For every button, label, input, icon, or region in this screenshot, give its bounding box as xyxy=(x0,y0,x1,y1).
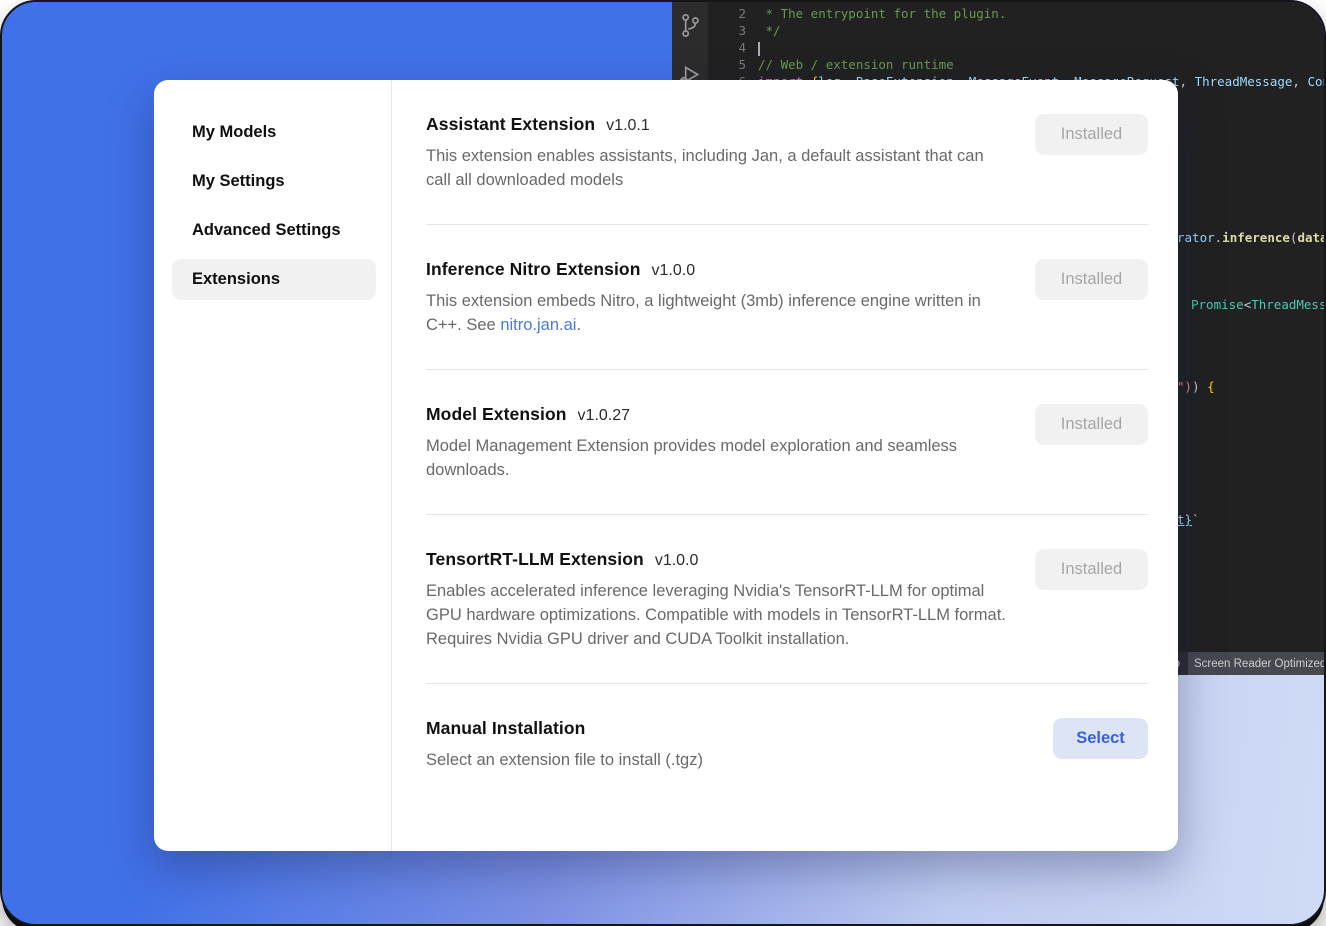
code-text xyxy=(746,39,760,56)
installed-button-assistant-extension[interactable]: Installed xyxy=(1035,114,1148,155)
extension-info: Assistant Extension v1.0.1 This extension … xyxy=(426,114,1011,192)
code-fragment: ")) { xyxy=(1177,379,1215,395)
extension-description: This extension enables assistants, inclu… xyxy=(426,144,1011,192)
extension-name: Model Extension xyxy=(426,404,567,425)
extension-description: This extension embeds Nitro, a lightweig… xyxy=(426,289,1011,337)
app-window: 2 * The entrypoint for the plugin.3 */45… xyxy=(0,0,1326,926)
code-line: 2 * The entrypoint for the plugin. xyxy=(708,5,1326,22)
extension-version: v1.0.0 xyxy=(652,262,696,280)
extension-name: Manual Installation xyxy=(426,718,585,739)
code-line: 4 xyxy=(708,39,1326,56)
extension-description: Select an extension file to install (.tg… xyxy=(426,748,703,772)
text-cursor xyxy=(758,42,760,56)
extension-info: Model Extension v1.0.27 Model Management E… xyxy=(426,404,1011,482)
extension-description: Enables accelerated inference leveraging… xyxy=(426,579,1011,651)
extension-version: v1.0.27 xyxy=(578,407,630,425)
line-number: 3 xyxy=(708,22,746,39)
code-text: */ xyxy=(746,22,781,39)
extension-title: TensortRT-LLM Extension v1.0.0 xyxy=(426,549,1011,570)
code-text: * The entrypoint for the plugin. xyxy=(746,5,1006,22)
installed-button-inference-nitro-extension[interactable]: Installed xyxy=(1035,259,1148,300)
extension-row-inference-nitro-extension: Inference Nitro Extension v1.0.0 This exte… xyxy=(426,225,1148,370)
sidebar-item-advanced-settings[interactable]: Advanced Settings xyxy=(172,210,376,251)
extension-title: Manual Installation xyxy=(426,718,703,739)
extension-row-manual-installation: Manual Installation Select an extension f… xyxy=(426,684,1148,804)
screen-reader-status-badge[interactable]: Screen Reader Optimized xyxy=(1188,652,1326,675)
extension-version: v1.0.1 xyxy=(606,117,650,135)
extension-name: Inference Nitro Extension xyxy=(426,259,641,280)
line-number: 5 xyxy=(708,56,746,73)
extension-info: Inference Nitro Extension v1.0.0 This exte… xyxy=(426,259,1011,337)
code-fragment: t}` xyxy=(1177,512,1200,528)
extension-title: Model Extension v1.0.27 xyxy=(426,404,1011,425)
sidebar-item-my-settings[interactable]: My Settings xyxy=(172,161,376,202)
sidebar-item-my-models[interactable]: My Models xyxy=(172,112,376,153)
extension-row-model-extension: Model Extension v1.0.27 Model Management E… xyxy=(426,370,1148,515)
code-line: 3 */ xyxy=(708,22,1326,39)
extension-row-tensortrt-llm-extension: TensortRT-LLM Extension v1.0.0 Enables acc… xyxy=(426,515,1148,684)
extension-title: Inference Nitro Extension v1.0.0 xyxy=(426,259,1011,280)
line-number: 2 xyxy=(708,5,746,22)
settings-sidebar: My Models My Settings Advanced Settings Ext… xyxy=(154,80,392,851)
settings-modal: My Models My Settings Advanced Settings Ext… xyxy=(154,80,1178,851)
extension-description: Model Management Extension provides mode… xyxy=(426,434,1011,482)
code-text: // Web / extension runtime xyxy=(746,56,954,73)
editor-code-lines: 2 * The entrypoint for the plugin.3 */45… xyxy=(708,5,1326,90)
line-number: 4 xyxy=(708,39,746,56)
extension-name: TensortRT-LLM Extension xyxy=(426,549,644,570)
installed-button-model-extension[interactable]: Installed xyxy=(1035,404,1148,445)
select-button-manual-installation[interactable]: Select xyxy=(1053,718,1148,759)
code-line: 5// Web / extension runtime xyxy=(708,56,1326,73)
extension-title: Assistant Extension v1.0.1 xyxy=(426,114,1011,135)
source-control-icon[interactable] xyxy=(677,12,703,40)
extension-info: Manual Installation Select an extension f… xyxy=(426,718,703,772)
nitro-jan-ai-link[interactable]: nitro.jan.ai xyxy=(500,316,576,334)
extension-info: TensortRT-LLM Extension v1.0.0 Enables acc… xyxy=(426,549,1011,651)
installed-button-tensortrt-llm-extension[interactable]: Installed xyxy=(1035,549,1148,590)
code-fragment: Promise<ThreadMessage> xyxy=(1191,297,1326,313)
extension-row-assistant-extension: Assistant Extension v1.0.1 This extension … xyxy=(426,80,1148,225)
sidebar-item-extensions[interactable]: Extensions xyxy=(172,259,376,300)
extensions-list: Assistant Extension v1.0.1 This extension … xyxy=(392,80,1178,851)
extension-name: Assistant Extension xyxy=(426,114,595,135)
code-fragment: rator.inference(data)); xyxy=(1177,230,1326,246)
extension-version: v1.0.0 xyxy=(655,552,699,570)
